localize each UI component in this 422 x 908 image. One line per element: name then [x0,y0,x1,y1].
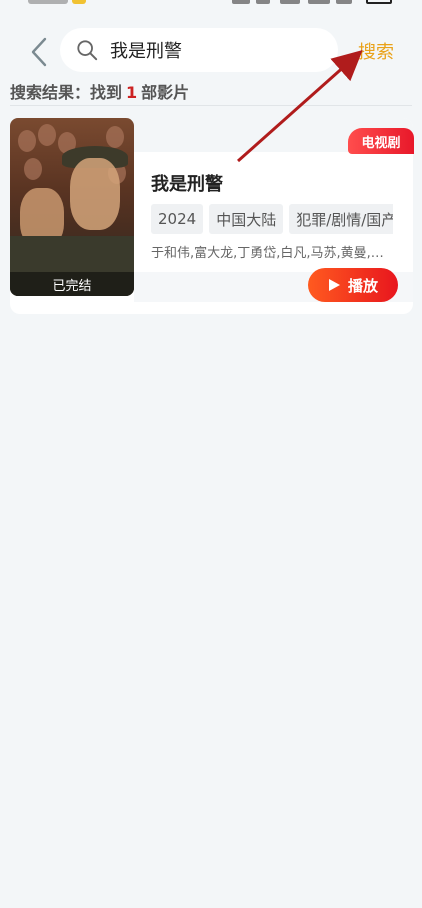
divider [10,105,412,106]
status-bar [0,0,422,12]
status-bar-left [28,0,90,6]
status-bar-right [232,0,392,8]
play-button-label: 播放 [347,276,378,295]
category-badge: 电视剧 [348,128,414,154]
poster-figure-main [70,158,120,230]
search-input[interactable] [110,39,310,61]
movie-card[interactable]: 已完结 电视剧 我是刑警 2024 中国大陆 犯罪/剧情/国产 于和伟,富大龙,… [10,118,414,314]
search-bar[interactable] [60,28,338,72]
tag-year: 2024 [151,204,204,234]
search-button[interactable]: 搜索 [358,38,394,64]
battery-icon [366,0,392,4]
back-button[interactable] [26,36,52,68]
tag-list: 2024 中国大陆 犯罪/剧情/国产 [151,204,393,234]
result-count: 1 [126,83,138,102]
search-icon [77,40,98,61]
movie-title[interactable]: 我是刑警 [151,170,223,196]
play-icon [328,279,340,291]
result-summary-suffix: 部影片 [141,83,190,102]
cast-list: 于和伟,富大龙,丁勇岱,白凡,马苏,黄曼,… [151,246,384,261]
result-summary-prefix: 搜索结果：找到 [10,83,123,102]
tag-genre: 犯罪/剧情/国产 [289,204,393,234]
movie-poster[interactable]: 已完结 [10,118,134,296]
play-button[interactable]: 播放 [308,268,398,302]
tag-region: 中国大陆 [209,204,284,234]
chevron-left-icon [31,37,47,67]
status-label: 已完结 [10,272,134,296]
result-summary: 搜索结果：找到 1 部影片 [10,79,189,103]
